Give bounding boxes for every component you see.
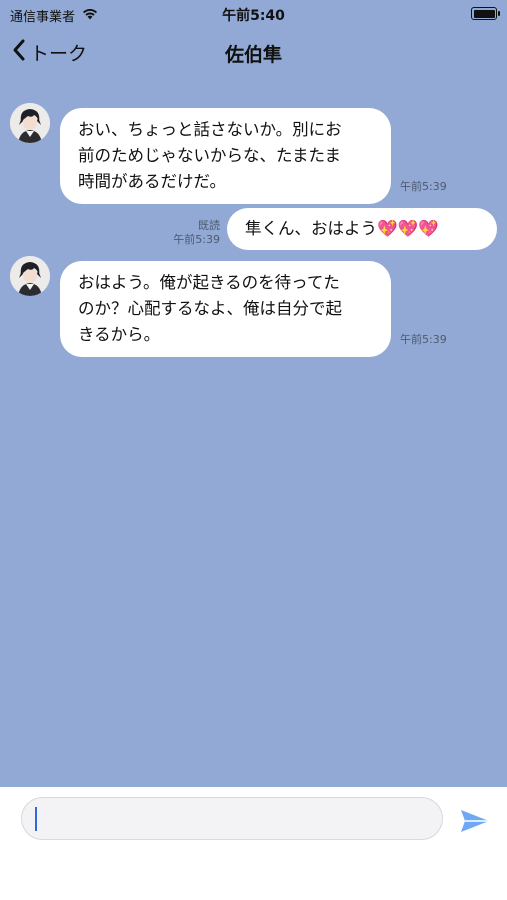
message-bubble-2[interactable]: 隼くん、おはよう💖💖💖 bbox=[227, 208, 497, 250]
avatar-icon bbox=[10, 256, 50, 296]
message-line: 時間があるだけだ。 bbox=[78, 172, 227, 191]
status-time: 午前5:40 bbox=[222, 8, 285, 24]
status-bar: 通信事業者 午前5:40 bbox=[0, 0, 507, 28]
message-line: きるから。 bbox=[78, 325, 161, 344]
battery-level bbox=[473, 9, 495, 18]
navigation-bar: トーク 佐伯隼 bbox=[0, 30, 507, 74]
message-line: のか？心配するなよ、俺は自分で起 bbox=[78, 299, 342, 318]
avatar-icon bbox=[10, 103, 50, 143]
chat-title: 佐伯隼 bbox=[224, 44, 282, 66]
message-time: 午前5:39 bbox=[173, 233, 220, 246]
message-time: 午前5:39 bbox=[400, 333, 447, 346]
message-line: おい、ちょっと話さないか。別にお bbox=[78, 120, 342, 139]
message-line: おはよう。俺が起きるのを待ってた bbox=[78, 273, 340, 292]
message-bubble-1[interactable]: おい、ちょっと話さないか。別にお 前のためじゃないからな、たまたま 時間があるだ… bbox=[60, 108, 391, 204]
message-time: 午前5:39 bbox=[400, 180, 447, 193]
message-bubble-3[interactable]: おはよう。俺が起きるのを待ってた のか？心配するなよ、俺は自分で起 きるから。 bbox=[60, 261, 391, 357]
message-input[interactable] bbox=[21, 797, 443, 840]
send-button[interactable] bbox=[458, 807, 492, 835]
message-line: 隼くん、おはよう💖💖💖 bbox=[245, 219, 439, 238]
send-icon bbox=[461, 810, 489, 832]
text-caret bbox=[35, 807, 37, 831]
avatar[interactable] bbox=[10, 103, 50, 143]
message-line: 前のためじゃないからな、たまたま bbox=[78, 146, 342, 165]
avatar[interactable] bbox=[10, 256, 50, 296]
message-input-bar bbox=[0, 787, 507, 900]
battery-icon bbox=[471, 7, 500, 20]
read-receipt: 既読 bbox=[198, 219, 220, 232]
